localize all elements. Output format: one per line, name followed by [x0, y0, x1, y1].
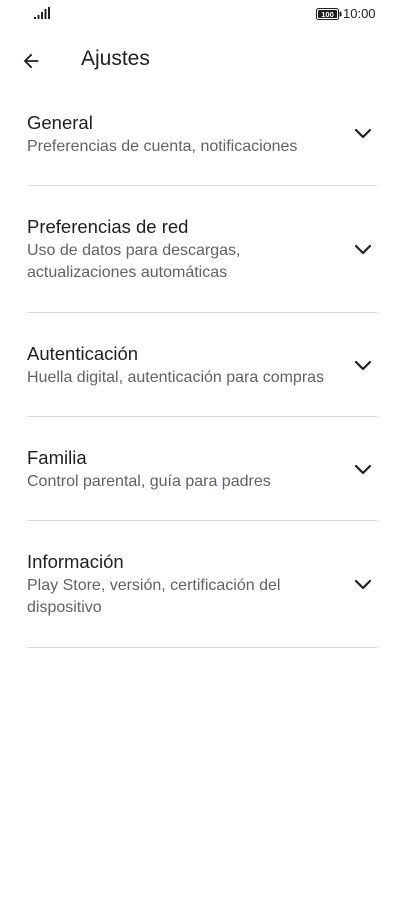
settings-list: General Preferencias de cuenta, notifica… — [27, 84, 377, 648]
page-title: Ajustes — [81, 47, 150, 70]
setting-item-about[interactable]: Información Play Store, versión, certifi… — [27, 521, 377, 648]
setting-subtitle: Uso de datos para descargas, actualizaci… — [27, 242, 241, 281]
setting-subtitle: Huella digital, autenticación para compr… — [27, 369, 325, 386]
chevron-down-icon[interactable] — [351, 237, 375, 261]
setting-subtitle: Preferencias de cuenta, notificaciones — [27, 138, 298, 155]
chevron-down-icon[interactable] — [351, 457, 375, 481]
status-time: 10:00 — [343, 6, 376, 21]
chevron-down-icon[interactable] — [351, 572, 375, 596]
battery-icon: 100 — [316, 8, 342, 20]
app-bar: Ajustes — [0, 34, 404, 84]
setting-item-family[interactable]: Familia Control parental, guía para padr… — [27, 417, 377, 521]
arrow-left-icon — [23, 53, 39, 69]
status-bar: 100 10:00 — [0, 0, 404, 28]
setting-title: Familia — [27, 447, 87, 468]
setting-title: Información — [27, 551, 124, 572]
setting-title: Autenticación — [27, 343, 139, 364]
back-button[interactable] — [14, 44, 48, 78]
setting-title: General — [27, 112, 93, 133]
chevron-down-icon[interactable] — [351, 121, 375, 145]
signal-bars-icon — [34, 7, 50, 19]
setting-item-authentication[interactable]: Autenticación Huella digital, autenticac… — [27, 313, 377, 417]
chevron-down-icon[interactable] — [351, 353, 375, 377]
setting-item-general[interactable]: General Preferencias de cuenta, notifica… — [27, 84, 377, 186]
setting-item-network-preferences[interactable]: Preferencias de red Uso de datos para de… — [27, 186, 377, 313]
setting-title: Preferencias de red — [27, 216, 189, 237]
setting-subtitle: Control parental, guía para padres — [27, 473, 271, 490]
setting-subtitle: Play Store, versión, certificación del d… — [27, 577, 281, 616]
battery-level: 100 — [321, 10, 334, 19]
